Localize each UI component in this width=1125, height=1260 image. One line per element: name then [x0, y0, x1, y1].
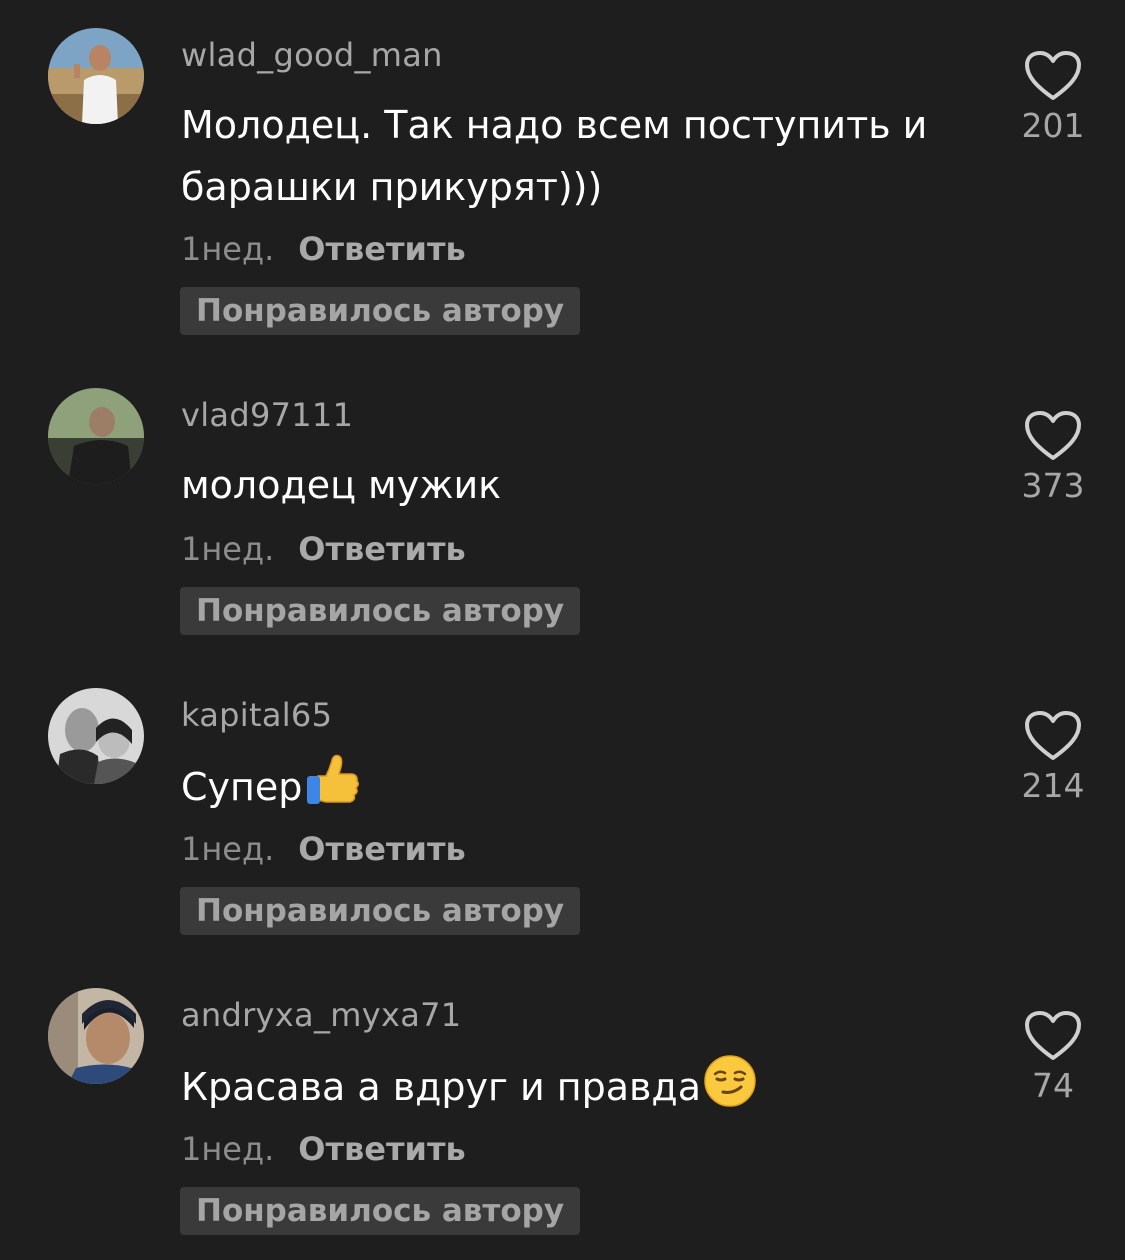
comment-meta: 1нед. Ответить [181, 830, 466, 868]
comment-time: 1нед. [181, 1130, 275, 1168]
reply-button[interactable]: Ответить [298, 230, 465, 268]
comment-username[interactable]: vlad97111 [181, 396, 353, 434]
avatar[interactable] [48, 988, 144, 1084]
like-count: 214 [1021, 766, 1085, 805]
comment-text-content: Супер [181, 765, 303, 809]
comment-item: kapital65 Супер 1нед. Ответить Понравилос… [0, 660, 1125, 960]
comment-item: andryxa_myxa71 Красава а вдруг и правда … [0, 960, 1125, 1260]
comment-text: Молодец. Так надо всем поступить и бараш… [181, 103, 928, 209]
comment-username[interactable]: andryxa_myxa71 [181, 996, 461, 1034]
comment-meta: 1нед. Ответить [181, 530, 466, 568]
avatar[interactable] [48, 28, 144, 124]
heart-icon[interactable] [1016, 410, 1090, 462]
like-button[interactable]: 214 [1016, 710, 1090, 805]
reply-button[interactable]: Ответить [298, 530, 465, 568]
comment-text: Красава а вдруг и правда [181, 1054, 971, 1118]
comment-username[interactable]: kapital65 [181, 696, 332, 734]
comment-time: 1нед. [181, 230, 275, 268]
liked-by-creator-badge: Понравилось автору [180, 1187, 581, 1235]
avatar[interactable] [48, 388, 144, 484]
comment-text: молодец мужик [181, 463, 502, 507]
smirking-face-emoji [703, 1054, 757, 1108]
comment-list: wlad_good_man Молодец. Так надо всем пос… [0, 0, 1125, 1260]
comment-time: 1нед. [181, 530, 275, 568]
like-button[interactable]: 201 [1016, 50, 1090, 145]
avatar[interactable] [48, 688, 144, 784]
liked-by-creator-badge: Понравилось автору [180, 287, 581, 335]
reply-button[interactable]: Ответить [298, 1130, 465, 1168]
liked-by-creator-badge: Понравилось автору [180, 887, 581, 935]
thumbs-up-emoji [304, 754, 360, 808]
comment-meta: 1нед. Ответить [181, 1130, 466, 1168]
comment-meta: 1нед. Ответить [181, 230, 466, 268]
comment-text-content: Красава а вдруг и правда [181, 1065, 701, 1109]
comment-item: vlad97111 молодец мужик 1нед. Ответить По… [0, 360, 1125, 660]
like-button[interactable]: 74 [1016, 1010, 1090, 1105]
like-count: 201 [1021, 106, 1085, 145]
like-count: 373 [1021, 466, 1085, 505]
comment-time: 1нед. [181, 830, 275, 868]
like-count: 74 [1032, 1066, 1074, 1105]
heart-icon[interactable] [1016, 50, 1090, 102]
comment-item: wlad_good_man Молодец. Так надо всем пос… [0, 0, 1125, 335]
heart-icon[interactable] [1016, 710, 1090, 762]
heart-icon[interactable] [1016, 1010, 1090, 1062]
reply-button[interactable]: Ответить [298, 830, 465, 868]
liked-by-creator-badge: Понравилось автору [180, 587, 581, 635]
comment-username[interactable]: wlad_good_man [181, 36, 443, 74]
like-button[interactable]: 373 [1016, 410, 1090, 505]
comment-text: Супер [181, 754, 971, 818]
